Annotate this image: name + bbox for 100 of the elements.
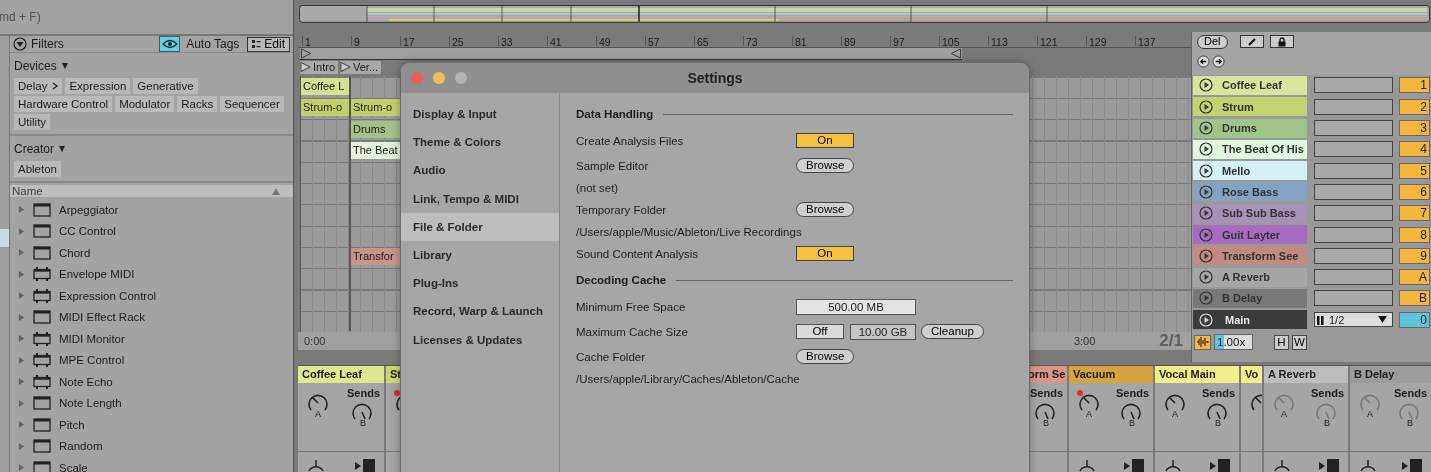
filter-tag[interactable]: Generative [133, 78, 198, 94]
loop-start-icon[interactable] [300, 47, 312, 59]
settings-tab[interactable]: Library [401, 240, 559, 270]
value-field[interactable]: 500.00 MB [796, 298, 916, 315]
clip[interactable]: Transfor [351, 248, 403, 266]
settings-tab[interactable]: Display & Input [401, 100, 559, 129]
track-number[interactable]: 0 [1399, 311, 1430, 328]
waveform-button[interactable] [1194, 334, 1211, 350]
track-header[interactable]: A Reverb [1193, 267, 1307, 287]
filter-tag[interactable]: Utility [14, 114, 51, 130]
mixer-track-title[interactable]: B Delay [1350, 365, 1431, 383]
draw-mode-button[interactable] [1239, 35, 1264, 49]
value-field[interactable]: 10.00 GB [850, 323, 916, 340]
mixer-track-title[interactable]: Vocal Main [1155, 365, 1239, 383]
track-input-box[interactable] [1314, 205, 1393, 222]
filter-tag[interactable]: Sequencer [220, 96, 284, 112]
settings-tab[interactable]: File & Folder [401, 212, 559, 241]
browse-button[interactable]: Browse [796, 202, 855, 217]
sort-icon[interactable] [271, 186, 281, 196]
pan-knob-icon[interactable] [1077, 457, 1097, 472]
track-number[interactable]: 9 [1399, 247, 1430, 264]
fader-icon[interactable] [1209, 457, 1231, 472]
browse-button[interactable]: Browse [796, 349, 855, 364]
browser-item[interactable]: CC Control [59, 225, 116, 238]
track-number[interactable]: 7 [1399, 205, 1430, 222]
browser-item[interactable]: Note Echo [59, 375, 113, 388]
browser-item[interactable]: Random [59, 440, 103, 453]
overview-drawing[interactable] [299, 5, 1430, 23]
browser-item[interactable]: MIDI Monitor [59, 332, 125, 345]
track-header[interactable]: Mello [1193, 161, 1307, 181]
track-input-box[interactable] [1314, 269, 1393, 286]
mixer-track-title[interactable]: Coffee Leaf [298, 365, 384, 383]
clip[interactable]: The Beat [351, 141, 403, 159]
track-number[interactable]: A [1399, 269, 1430, 286]
browser-item[interactable]: Scale [59, 461, 88, 472]
track-input-box[interactable] [1314, 247, 1393, 264]
track-header[interactable]: Sub Sub Bass [1193, 203, 1307, 223]
track-input-box[interactable] [1314, 98, 1393, 115]
filter-tag[interactable]: Delay [14, 78, 63, 94]
browser-item[interactable]: Pitch [59, 418, 85, 431]
play-icon[interactable] [1199, 99, 1213, 114]
play-icon[interactable] [1199, 163, 1213, 178]
track-input-box[interactable] [1314, 162, 1393, 179]
track-header[interactable]: Rose Bass [1193, 182, 1307, 202]
pan-knob-icon[interactable] [306, 457, 326, 472]
browser-item[interactable]: Envelope MIDI [59, 268, 135, 281]
track-number[interactable]: 5 [1399, 162, 1430, 179]
toggle-button[interactable]: On [796, 133, 854, 148]
pan-knob-icon[interactable] [1163, 457, 1183, 472]
clip[interactable]: Strum-o [351, 99, 403, 117]
column-header[interactable]: Name [10, 185, 293, 197]
settings-tab[interactable]: Record, Warp & Launch [401, 297, 559, 326]
play-icon[interactable] [1199, 78, 1213, 93]
settings-tab[interactable]: Audio [401, 156, 559, 185]
fader-icon[interactable] [1401, 457, 1423, 472]
track-number[interactable]: 2 [1399, 98, 1430, 115]
clip[interactable]: Strum-o [301, 99, 349, 117]
section-label[interactable]: Devices [14, 59, 57, 73]
mixer-track-title[interactable]: A Reverb [1264, 365, 1348, 383]
browser-item[interactable]: Arpeggiator [59, 203, 119, 216]
filter-tag[interactable]: Ableton [14, 161, 61, 177]
filter-tag[interactable]: Modulator [115, 96, 175, 112]
track-input-box[interactable] [1314, 120, 1393, 137]
track-input-box[interactable] [1314, 141, 1393, 158]
track-header[interactable]: Transform See [1193, 246, 1307, 266]
arrow-right-icon[interactable] [1212, 54, 1225, 68]
caret-icon[interactable] [60, 62, 69, 70]
filter-tag[interactable]: Racks [177, 96, 218, 112]
play-icon[interactable] [1199, 142, 1213, 157]
fader-icon[interactable] [1123, 457, 1145, 472]
play-icon[interactable] [1199, 206, 1213, 221]
play-icon[interactable] [1199, 121, 1213, 136]
mixer-track-title[interactable]: Vacuum [1069, 365, 1153, 383]
delete-button[interactable]: Del [1197, 34, 1228, 49]
track-input-box[interactable] [1314, 226, 1393, 243]
browser-item[interactable]: MIDI Effect Rack [59, 311, 146, 324]
section-label[interactable]: Creator [14, 142, 54, 156]
off-button[interactable]: Off [796, 324, 844, 339]
play-icon[interactable] [1199, 270, 1213, 285]
toggle-button[interactable]: W [1292, 334, 1307, 350]
loop-end-icon[interactable] [950, 47, 962, 59]
pan-knob-icon[interactable] [1358, 457, 1378, 472]
toggle-button[interactable]: On [796, 246, 854, 261]
browser-item[interactable]: MPE Control [59, 354, 125, 367]
track-number[interactable]: B [1399, 290, 1430, 307]
caret-icon[interactable] [58, 145, 66, 153]
pan-knob-icon[interactable] [1272, 457, 1292, 472]
toggle-button[interactable]: H [1274, 334, 1289, 350]
track-input-box[interactable] [1314, 183, 1393, 200]
settings-tab[interactable]: Link, Tempo & MIDI [401, 184, 559, 213]
locator[interactable]: Intro [300, 60, 338, 74]
fader-icon[interactable] [1318, 457, 1340, 472]
track-number[interactable]: 3 [1399, 120, 1430, 137]
play-icon[interactable] [1199, 184, 1213, 199]
browser-item[interactable]: Expression Control [59, 289, 157, 302]
output-dropdown[interactable]: 1/2 [1314, 312, 1393, 328]
settings-tab[interactable]: Theme & Colors [401, 128, 559, 157]
arrow-left-icon[interactable] [1197, 54, 1210, 68]
browse-button[interactable]: Browse [796, 158, 855, 173]
browser-item[interactable]: Note Length [59, 397, 122, 410]
